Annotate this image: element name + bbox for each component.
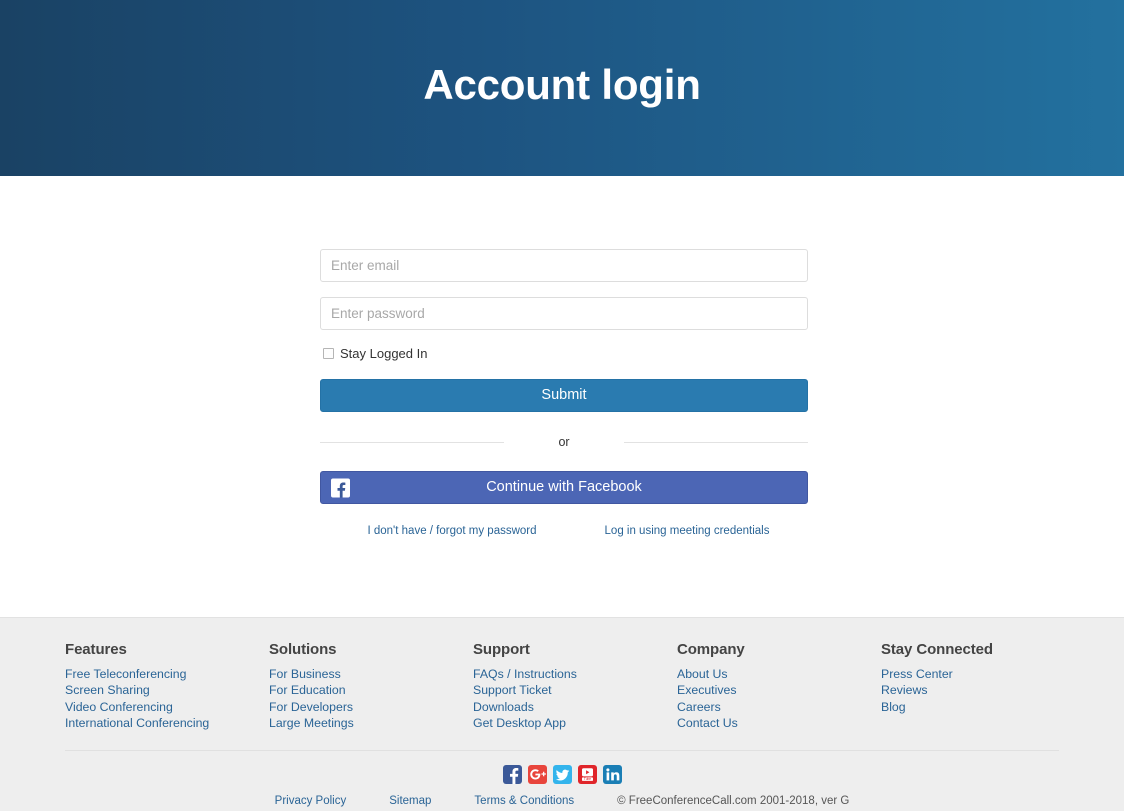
facebook-icon[interactable]	[502, 765, 522, 785]
footer-link[interactable]: For Developers	[269, 700, 353, 714]
footer-link[interactable]: For Business	[269, 667, 341, 681]
list-item: Contact Us	[677, 715, 881, 731]
sitemap-link[interactable]: Sitemap	[389, 795, 431, 807]
meeting-credentials-link[interactable]: Log in using meeting credentials	[605, 525, 770, 537]
footer-heading: Support	[473, 641, 530, 658]
page-footer: Features Free Teleconferencing Screen Sh…	[0, 617, 1124, 811]
footer-column-solutions: Solutions For Business For Education For…	[269, 641, 473, 731]
footer-column-support: Support FAQs / Instructions Support Tick…	[473, 641, 677, 731]
submit-button[interactable]: Submit	[320, 379, 808, 412]
terms-conditions-link[interactable]: Terms & Conditions	[474, 795, 574, 807]
footer-link-list: About Us Executives Careers Contact Us	[677, 666, 881, 731]
footer-link[interactable]: Blog	[881, 700, 906, 714]
page-title: Account login	[423, 61, 701, 108]
copyright-text: © FreeConferenceCall.com 2001-2018, ver …	[617, 795, 850, 808]
footer-divider	[65, 750, 1059, 752]
stay-logged-in-row: Stay Logged In	[320, 345, 808, 362]
main-content: Stay Logged In Submit or Continue with F…	[0, 176, 1124, 617]
password-field[interactable]	[320, 297, 808, 330]
facebook-button-label: Continue with Facebook	[486, 479, 642, 496]
email-field[interactable]	[320, 249, 808, 282]
footer-heading: Stay Connected	[881, 641, 993, 658]
list-item: Careers	[677, 699, 881, 715]
footer-column-features: Features Free Teleconferencing Screen Sh…	[65, 641, 269, 731]
footer-link-columns: Features Free Teleconferencing Screen Sh…	[0, 618, 1124, 731]
helper-links: I don't have / forgot my password Log in…	[320, 525, 808, 537]
divider-line-left	[320, 441, 505, 443]
footer-heading: Features	[65, 641, 127, 658]
linkedin-icon[interactable]	[602, 765, 622, 785]
continue-with-facebook-button[interactable]: Continue with Facebook	[320, 471, 808, 504]
footer-link[interactable]: Contact Us	[677, 716, 738, 730]
list-item: Free Teleconferencing	[65, 666, 269, 682]
footer-link[interactable]: Free Teleconferencing	[65, 667, 186, 681]
list-item: Downloads	[473, 699, 677, 715]
social-links: Tube	[0, 765, 1124, 785]
footer-link-list: Press Center Reviews Blog	[881, 666, 1085, 715]
list-item: For Business	[269, 666, 473, 682]
footer-link-list: Free Teleconferencing Screen Sharing Vid…	[65, 666, 269, 731]
list-item: Large Meetings	[269, 715, 473, 731]
footer-heading: Company	[677, 641, 745, 658]
footer-link[interactable]: About Us	[677, 667, 728, 681]
list-item: FAQs / Instructions	[473, 666, 677, 682]
list-item: About Us	[677, 666, 881, 682]
footer-link[interactable]: Careers	[677, 700, 721, 714]
list-item: For Developers	[269, 699, 473, 715]
footer-heading: Solutions	[269, 641, 337, 658]
footer-link-list: For Business For Education For Developer…	[269, 666, 473, 731]
youtube-icon[interactable]: Tube	[577, 765, 597, 785]
footer-link[interactable]: Support Ticket	[473, 683, 552, 697]
login-form: Stay Logged In Submit or Continue with F…	[320, 249, 808, 537]
list-item: Screen Sharing	[65, 682, 269, 698]
footer-link[interactable]: Large Meetings	[269, 716, 354, 730]
footer-link[interactable]: Executives	[677, 683, 736, 697]
divider-line-right	[623, 441, 808, 443]
list-item: Press Center	[881, 666, 1085, 682]
list-item: International Conferencing	[65, 715, 269, 731]
list-item: Get Desktop App	[473, 715, 677, 731]
footer-link[interactable]: FAQs / Instructions	[473, 667, 577, 681]
googleplus-icon[interactable]	[527, 765, 547, 785]
footer-link[interactable]: Get Desktop App	[473, 716, 566, 730]
forgot-password-link[interactable]: I don't have / forgot my password	[367, 525, 536, 537]
footer-column-company: Company About Us Executives Careers Cont…	[677, 641, 881, 731]
list-item: Executives	[677, 682, 881, 698]
stay-logged-in-checkbox[interactable]	[323, 348, 334, 359]
page-header: Account login	[0, 0, 1124, 176]
footer-link[interactable]: Video Conferencing	[65, 700, 173, 714]
footer-link-list: FAQs / Instructions Support Ticket Downl…	[473, 666, 677, 731]
facebook-f-icon	[331, 478, 350, 497]
divider-label: or	[558, 434, 570, 449]
svg-text:Tube: Tube	[583, 777, 590, 781]
list-item: Blog	[881, 699, 1085, 715]
or-divider: or	[320, 435, 808, 449]
twitter-icon[interactable]	[552, 765, 572, 785]
list-item: Support Ticket	[473, 682, 677, 698]
footer-link[interactable]: Press Center	[881, 667, 953, 681]
list-item: Reviews	[881, 682, 1085, 698]
privacy-policy-link[interactable]: Privacy Policy	[275, 795, 347, 807]
footer-link[interactable]: Screen Sharing	[65, 683, 150, 697]
footer-link[interactable]: Reviews	[881, 683, 927, 697]
list-item: For Education	[269, 682, 473, 698]
footer-link[interactable]: Downloads	[473, 700, 534, 714]
stay-logged-in-label: Stay Logged In	[340, 346, 428, 361]
footer-link[interactable]: For Education	[269, 683, 346, 697]
footer-bottom-bar: Privacy Policy Sitemap Terms & Condition…	[0, 795, 1124, 807]
footer-link[interactable]: International Conferencing	[65, 716, 209, 730]
footer-column-stay-connected: Stay Connected Press Center Reviews Blog	[881, 641, 1085, 731]
list-item: Video Conferencing	[65, 699, 269, 715]
